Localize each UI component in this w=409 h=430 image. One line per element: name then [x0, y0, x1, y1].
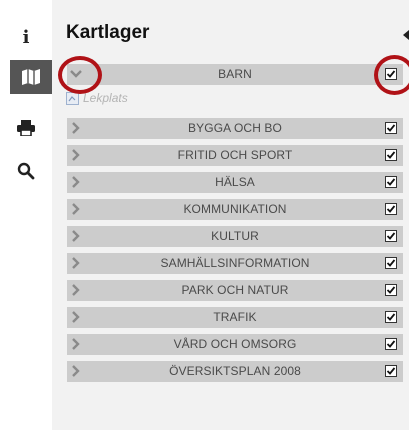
layer-checkbox[interactable]: [385, 176, 397, 188]
map-toolbar: i: [0, 0, 52, 430]
layer-group-label: SAMHÄLLSINFORMATION: [160, 256, 310, 270]
panel-title: Kartlager: [66, 22, 150, 43]
layer-group-label: BARN: [218, 67, 252, 81]
layer-group-row[interactable]: HÄLSA: [67, 172, 403, 193]
layer-checkbox[interactable]: [385, 257, 397, 269]
checkmark-icon: [386, 367, 396, 375]
layer-group-row[interactable]: VÅRD OCH OMSORG: [67, 334, 403, 355]
checkmark-icon: [386, 151, 396, 159]
layer-group-label: PARK OCH NATUR: [181, 283, 289, 297]
checkmark-icon: [386, 178, 396, 186]
layer-checkbox[interactable]: [385, 311, 397, 323]
sublayer-label: Lekplats: [83, 91, 128, 105]
layer-group-label: KULTUR: [211, 229, 259, 243]
layer-checkbox[interactable]: [385, 203, 397, 215]
layer-group-row[interactable]: ÖVERSIKTSPLAN 2008: [67, 361, 403, 382]
layer-group-row[interactable]: TRAFIK: [67, 307, 403, 328]
layer-checkbox[interactable]: [385, 149, 397, 161]
checkmark-icon: [386, 205, 396, 213]
layer-checkbox[interactable]: [385, 284, 397, 296]
layer-group-row[interactable]: BYGGA OCH BO: [67, 118, 403, 139]
layer-group-row[interactable]: FRITID OCH SPORT: [67, 145, 403, 166]
info-icon[interactable]: i: [10, 20, 42, 54]
print-button[interactable]: [10, 111, 42, 145]
checkmark-icon: [386, 313, 396, 321]
layer-checkbox[interactable]: [385, 338, 397, 350]
checkmark-icon: [386, 286, 396, 294]
layers-map-button[interactable]: [10, 60, 52, 94]
layer-group-row[interactable]: KOMMUNIKATION: [67, 199, 403, 220]
layer-checkbox[interactable]: [385, 365, 397, 377]
info-glyph: i: [22, 26, 30, 48]
checkmark-icon: [386, 124, 396, 132]
layer-group-label: ÖVERSIKTSPLAN 2008: [169, 364, 301, 378]
layer-group-label: BYGGA OCH BO: [188, 121, 282, 135]
layer-group-label: HÄLSA: [215, 175, 255, 189]
layer-checkbox[interactable]: [385, 230, 397, 242]
layer-group-label: KOMMUNIKATION: [183, 202, 287, 216]
layer-group-row[interactable]: PARK OCH NATUR: [67, 280, 403, 301]
layer-group-barn[interactable]: BARN: [67, 64, 403, 85]
layer-group-label: TRAFIK: [213, 310, 257, 324]
print-icon: [17, 120, 35, 136]
layer-group-label: VÅRD OCH OMSORG: [173, 337, 297, 351]
map-icon: [22, 69, 40, 85]
checkmark-icon: [386, 232, 396, 240]
highlight-ring-checkbox: [374, 55, 409, 95]
search-button[interactable]: [10, 154, 42, 188]
layer-group-row[interactable]: SAMHÄLLSINFORMATION: [67, 253, 403, 274]
layer-group-label: FRITID OCH SPORT: [177, 148, 293, 162]
search-icon: [17, 162, 35, 180]
highlight-ring-chevron: [58, 56, 102, 94]
layer-checkbox[interactable]: [385, 122, 397, 134]
layer-group-row[interactable]: KULTUR: [67, 226, 403, 247]
checkmark-icon: [386, 259, 396, 267]
collapse-panel-icon[interactable]: [403, 30, 409, 40]
checkmark-icon: [386, 340, 396, 348]
layer-panel: Kartlager BARN Lekplats BYGGA OCH BO FRI…: [52, 0, 409, 430]
